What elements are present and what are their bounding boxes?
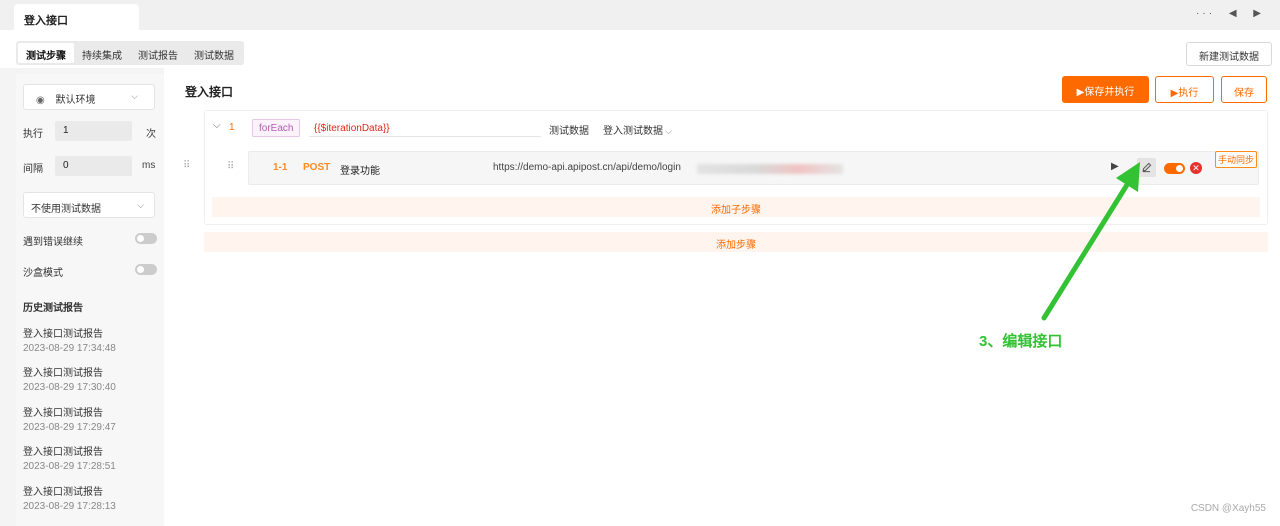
run-button[interactable]: ▶执行 bbox=[1155, 76, 1214, 103]
sandbox-mode-label: 沙盒模式 bbox=[23, 268, 63, 279]
interval-unit: ms bbox=[142, 160, 156, 171]
history-item-date: 2023-08-29 17:28:51 bbox=[23, 461, 116, 472]
iteration-data-input[interactable]: {{$iterationData}} bbox=[309, 120, 541, 137]
test-data-dropdown-value: 登入测试数据 bbox=[603, 126, 663, 137]
save-and-run-button[interactable]: ▶保存并执行 bbox=[1062, 76, 1149, 103]
history-item-date: 2023-08-29 17:29:47 bbox=[23, 422, 116, 433]
run-count-input[interactable]: 1 bbox=[55, 121, 132, 141]
continue-on-error-toggle[interactable] bbox=[135, 233, 157, 244]
interval-input[interactable]: 0 bbox=[55, 156, 132, 176]
test-data-select-value: 不使用测试数据 bbox=[31, 204, 101, 215]
tab-ci[interactable]: 持续集成 bbox=[74, 43, 130, 63]
history-title: 历史测试报告 bbox=[23, 303, 83, 314]
history-item[interactable]: 登入接口测试报告 2023-08-29 17:34:48 bbox=[23, 328, 116, 356]
drag-handle-icon[interactable]: ⠿ bbox=[183, 160, 190, 171]
environment-value: 默认环境 bbox=[55, 95, 96, 106]
annotation-arrow-icon bbox=[1041, 162, 1140, 321]
history-item[interactable]: 登入接口测试报告 2023-08-29 17:29:47 bbox=[23, 407, 116, 435]
foreach-tag: forEach bbox=[252, 119, 301, 137]
tab-test-data[interactable]: 测试数据 bbox=[186, 43, 242, 63]
test-data-select[interactable]: 不使用测试数据 ⌵ bbox=[23, 192, 155, 218]
tab-controls: ··· ◀ ▶ bbox=[1188, 8, 1264, 19]
history-item-date: 2023-08-29 17:30:40 bbox=[23, 382, 116, 393]
step-name: 登录功能 bbox=[340, 166, 380, 177]
tab-test-steps[interactable]: 测试步骤 bbox=[18, 43, 74, 63]
collapse-chevron-icon[interactable]: ⌵ bbox=[213, 120, 221, 131]
chevron-down-icon: ⌵ bbox=[665, 126, 672, 136]
history-item[interactable]: 登入接口测试报告 2023-08-29 17:28:51 bbox=[23, 446, 116, 474]
chevron-down-icon: ⌵ bbox=[131, 91, 138, 101]
history-item[interactable]: 登入接口测试报告 2023-08-29 17:28:13 bbox=[23, 486, 116, 514]
test-data-dropdown[interactable]: 登入测试数据 ⌵ bbox=[603, 122, 672, 137]
history-item-date: 2023-08-29 17:34:48 bbox=[23, 343, 116, 354]
history-item-name: 登入接口测试报告 bbox=[23, 487, 103, 498]
watermark: CSDN @Xayh55 bbox=[1190, 503, 1266, 514]
drag-handle-icon[interactable]: ⠿ bbox=[227, 161, 234, 172]
manual-sync-badge[interactable]: 手动同步 bbox=[1215, 151, 1258, 168]
test-data-label: 测试数据 bbox=[549, 126, 589, 137]
interval-label: 间隔 bbox=[23, 164, 43, 175]
continue-on-error-label: 遇到错误继续 bbox=[23, 237, 83, 248]
tab-test-report[interactable]: 测试报告 bbox=[130, 43, 186, 63]
annotation-label: 3、编辑接口 bbox=[979, 333, 1063, 350]
loop-index: 1 bbox=[229, 122, 235, 133]
tab-prev-icon[interactable]: ◀ bbox=[1229, 8, 1240, 19]
history-item-name: 登入接口测试报告 bbox=[23, 368, 103, 379]
step-index: 1-1 bbox=[273, 162, 288, 173]
subtab-group: 测试步骤 持续集成 测试报告 测试数据 bbox=[16, 41, 244, 65]
window-tab-bar: 登入接口 ··· ◀ ▶ bbox=[0, 0, 1280, 30]
page-title: 登入接口 bbox=[185, 85, 234, 99]
http-method: POST bbox=[303, 162, 331, 173]
chevron-down-icon: ⌵ bbox=[137, 200, 144, 210]
history-item-date: 2023-08-29 17:28:13 bbox=[23, 501, 116, 512]
environment-select[interactable]: ◉ 默认环境 ⌵ bbox=[23, 84, 155, 110]
eye-icon: ◉ bbox=[36, 95, 45, 106]
run-count-label: 执行 bbox=[23, 129, 43, 140]
tab-login-api[interactable]: 登入接口 bbox=[14, 4, 139, 30]
url-redaction bbox=[697, 164, 843, 174]
history-item-name: 登入接口测试报告 bbox=[23, 447, 103, 458]
delete-icon[interactable]: ✕ bbox=[1190, 162, 1202, 174]
more-icon[interactable]: ··· bbox=[1196, 8, 1215, 19]
history-item-name: 登入接口测试报告 bbox=[23, 408, 103, 419]
history-item[interactable]: 登入接口测试报告 2023-08-29 17:30:40 bbox=[23, 367, 116, 395]
subtab-row: 测试步骤 持续集成 测试报告 测试数据 新建测试数据 bbox=[0, 30, 1280, 68]
sandbox-mode-toggle[interactable] bbox=[135, 264, 157, 275]
save-button[interactable]: 保存 bbox=[1221, 76, 1267, 103]
tab-next-icon[interactable]: ▶ bbox=[1253, 8, 1264, 19]
new-test-data-button[interactable]: 新建测试数据 bbox=[1186, 42, 1272, 66]
history-item-name: 登入接口测试报告 bbox=[23, 329, 103, 340]
sidebar: ◉ 默认环境 ⌵ 执行 1 次 间隔 0 ms 不使用测试数据 ⌵ 遇到错误继续… bbox=[16, 74, 164, 526]
run-count-unit: 次 bbox=[146, 129, 156, 140]
